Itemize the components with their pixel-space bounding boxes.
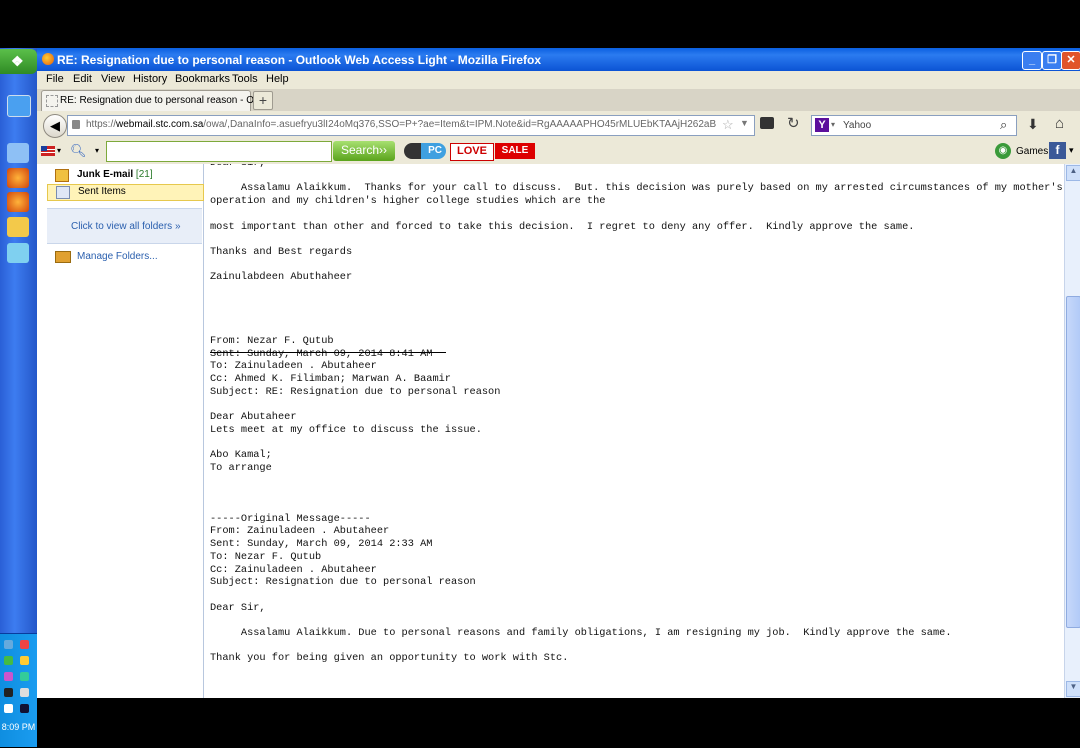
quick-launch-ie-icon[interactable] <box>7 95 31 117</box>
addon-toolbar: ▾ 🔍︎ ▾ Search›› PC LOVE SALE ◉ Games f ▾ <box>37 139 1080 165</box>
back-button[interactable]: ◀ <box>43 114 67 138</box>
minimize-button[interactable]: _ <box>1022 51 1042 70</box>
page-favicon-icon <box>46 95 58 107</box>
reload-icon[interactable]: ↻ <box>787 114 800 132</box>
url-host: webmail.stc.com.sa <box>116 119 204 130</box>
view-all-folders[interactable]: Click to view all folders » <box>47 208 202 244</box>
pc-speed-icon[interactable]: PC <box>404 143 446 159</box>
view-all-folders-link[interactable]: Click to view all folders » <box>71 221 181 232</box>
home-icon[interactable]: ⌂ <box>1055 115 1064 132</box>
toolbar-search-input[interactable] <box>106 141 332 162</box>
folder-sent-items[interactable]: Sent Items <box>47 184 204 201</box>
facebook-icon[interactable]: f <box>1049 142 1066 159</box>
view-all-folders-text: Click to view all folders <box>71 221 173 232</box>
junk-mail-icon <box>55 169 69 182</box>
facebook-dropdown-icon[interactable]: ▾ <box>1069 145 1074 156</box>
tab-bar: RE: Resignation due to personal reason -… <box>37 89 1080 112</box>
menu-bookmarks[interactable]: Bookmarks <box>175 73 230 85</box>
tray-shield-icon[interactable] <box>20 640 29 649</box>
url-bar[interactable]: https://webmail.stc.com.sa/owa/,DanaInfo… <box>67 115 755 136</box>
toolbar-search-icon[interactable]: 🔍︎ <box>70 143 87 159</box>
games-icon[interactable]: ◉ <box>995 143 1011 159</box>
menu-file[interactable]: File <box>46 73 64 85</box>
url-path: /owa/,DanaInfo=.asuefryu3lI24oMq376,SSO=… <box>203 119 716 130</box>
tray-help-icon[interactable] <box>4 704 13 713</box>
url-prefix: https:// <box>86 119 117 130</box>
vertical-scrollbar[interactable]: ▲ ▼ <box>1064 164 1080 698</box>
tray-monitor-icon[interactable] <box>20 704 29 713</box>
sent-items-icon <box>56 186 70 199</box>
tray-update-icon[interactable] <box>4 656 13 665</box>
scroll-thumb[interactable] <box>1066 296 1080 628</box>
expand-chevron-icon: » <box>174 221 181 232</box>
us-flag-icon[interactable] <box>41 146 55 156</box>
yahoo-logo-icon[interactable]: Y <box>815 118 829 132</box>
taskbar-firefox2-icon[interactable] <box>7 192 29 212</box>
new-tab-button[interactable]: + <box>253 91 273 110</box>
url-dropdown-icon[interactable]: ▼ <box>740 118 749 128</box>
scroll-up-icon[interactable]: ▲ <box>1066 165 1080 181</box>
addon-hat-icon[interactable] <box>760 117 774 129</box>
restore-button[interactable]: ❐ <box>1042 51 1062 70</box>
search-bar[interactable]: Y ▾ Yahoo ⌕ <box>811 115 1017 136</box>
quick-launch-desktop-icon[interactable] <box>7 143 29 163</box>
windows-logo-icon: ❖ <box>11 53 24 69</box>
tray-display-icon[interactable] <box>20 672 29 681</box>
tray-volume-icon[interactable] <box>20 688 29 697</box>
close-button[interactable]: ✕ <box>1061 51 1080 70</box>
message-body-pane: Dear Sir, Assalamu Alaikkum. Thanks for … <box>204 164 1064 698</box>
folder-sent-label: Sent Items <box>78 186 126 197</box>
tray-usb-icon[interactable] <box>4 688 13 697</box>
folder-pane: Junk E-mail [21] Sent Items Click to vie… <box>37 164 204 698</box>
menu-view[interactable]: View <box>101 73 125 85</box>
folder-junk-email[interactable]: Junk E-mail [21] <box>47 168 202 183</box>
scroll-down-icon[interactable]: ▼ <box>1066 681 1080 697</box>
sale-icon[interactable]: SALE <box>495 143 535 159</box>
tray-network-icon[interactable] <box>4 640 13 649</box>
search-icon[interactable]: ⌕ <box>1000 117 1007 133</box>
menu-tools[interactable]: Tools <box>232 73 258 85</box>
flag-dropdown-icon[interactable]: ▾ <box>57 146 61 155</box>
owa-content: Junk E-mail [21] Sent Items Click to vie… <box>37 164 1080 698</box>
games-label[interactable]: Games <box>1016 146 1048 157</box>
search-placeholder: Yahoo <box>843 120 872 131</box>
toolbar-search-button[interactable]: Search›› <box>333 141 395 161</box>
download-icon[interactable]: ⬇ <box>1027 116 1039 133</box>
junk-count: [21] <box>135 169 153 180</box>
folder-junk-label: Junk E-mail [21] <box>77 169 153 180</box>
junk-label-text: Junk E-mail <box>77 169 134 180</box>
toolbar-search-dropdown-icon[interactable]: ▾ <box>95 146 99 155</box>
window-title: RE: Resignation due to personal reason -… <box>57 53 542 67</box>
windows-taskbar: 8:09 PM <box>0 48 37 747</box>
manage-folders-icon <box>55 251 71 263</box>
tab-label: RE: Resignation due to personal reason -… <box>60 95 268 106</box>
start-button[interactable]: ❖ <box>0 49 37 74</box>
tray-antivirus-icon[interactable] <box>20 656 29 665</box>
taskbar-folder-icon[interactable] <box>7 217 29 237</box>
taskbar-firefox-icon[interactable] <box>7 168 29 188</box>
message-body: Dear Sir, Assalamu Alaikkum. Thanks for … <box>210 164 1063 665</box>
search-engine-dropdown-icon[interactable]: ▾ <box>831 120 835 129</box>
system-clock[interactable]: 8:09 PM <box>0 722 37 732</box>
bookmark-star-icon[interactable]: ☆ <box>722 117 734 133</box>
manage-folders-link[interactable]: Manage Folders... <box>77 251 158 262</box>
menu-edit[interactable]: Edit <box>73 73 92 85</box>
firefox-icon[interactable] <box>42 53 54 65</box>
lock-icon[interactable] <box>72 120 80 129</box>
navigation-bar: ◀ https://webmail.stc.com.sa/owa/,DanaIn… <box>37 111 1080 139</box>
tray-sync-icon[interactable] <box>4 672 13 681</box>
menu-bar: File Edit View History Bookmarks Tools H… <box>37 71 1080 89</box>
taskbar-app-icon[interactable] <box>7 243 29 263</box>
love-icon[interactable]: LOVE <box>450 143 494 161</box>
title-bar: RE: Resignation due to personal reason -… <box>37 48 1080 71</box>
reply-separator <box>210 352 446 353</box>
url-text: https://webmail.stc.com.sa/owa/,DanaInfo… <box>86 119 716 130</box>
back-arrow-icon: ◀ <box>50 118 60 133</box>
menu-history[interactable]: History <box>133 73 167 85</box>
menu-help[interactable]: Help <box>266 73 289 85</box>
tab-active[interactable]: RE: Resignation due to personal reason -… <box>41 90 268 111</box>
